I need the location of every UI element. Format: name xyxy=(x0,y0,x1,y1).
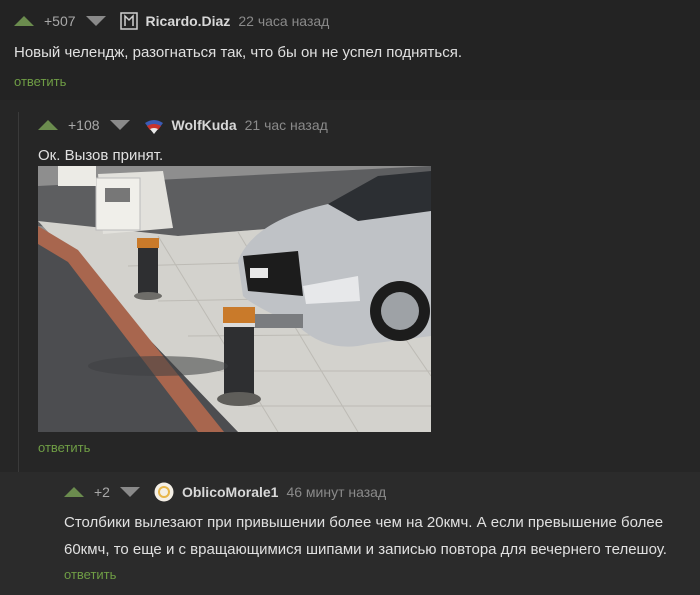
comment-text: Столбики вылезают при привышении более ч… xyxy=(64,509,667,563)
avatar[interactable] xyxy=(144,115,164,135)
comment: +507 Ricardo.Diaz 22 часа назад Новый че… xyxy=(0,0,700,100)
downvote-icon[interactable] xyxy=(109,120,130,130)
comment-text-line: 60кмч, то еще и с вращающимися шипами и … xyxy=(64,541,667,558)
downvote-icon[interactable] xyxy=(119,487,140,497)
comment-header: +507 Ricardo.Diaz 22 часа назад xyxy=(14,12,329,30)
comment-text: Ок. Вызов принят. xyxy=(38,147,164,164)
comment-author[interactable]: Ricardo.Diaz xyxy=(146,13,231,29)
comment-rating: +507 xyxy=(44,13,76,29)
avatar[interactable] xyxy=(154,482,174,502)
comment-rating: +2 xyxy=(94,484,110,500)
comment-image[interactable] xyxy=(38,166,431,432)
downvote-icon[interactable] xyxy=(85,16,106,26)
comment-text: Новый челендж, разогнаться так, что бы о… xyxy=(14,44,463,61)
comment-text-line: Столбики вылезают при привышении более ч… xyxy=(64,514,664,531)
comment-rating: +108 xyxy=(68,117,100,133)
upvote-icon[interactable] xyxy=(14,16,34,26)
comment: +108 WolfKuda 21 час назад Ок. Вызов при… xyxy=(0,100,700,472)
comment-time[interactable]: 46 минут назад xyxy=(286,484,386,500)
upvote-icon[interactable] xyxy=(64,487,84,497)
reply-link[interactable]: ответить xyxy=(64,567,116,582)
comment: +2 OblicoMorale1 46 минут назад Столбики… xyxy=(0,472,700,595)
thread-line[interactable] xyxy=(18,112,19,472)
comment-time[interactable]: 22 часа назад xyxy=(238,13,329,29)
reply-link[interactable]: ответить xyxy=(38,440,90,455)
comment-time[interactable]: 21 час назад xyxy=(245,117,328,133)
reply-link[interactable]: ответить xyxy=(14,74,66,89)
comment-author[interactable]: WolfKuda xyxy=(172,117,237,133)
upvote-icon[interactable] xyxy=(38,120,58,130)
avatar[interactable] xyxy=(119,12,138,30)
comment-header: +108 WolfKuda 21 час назад xyxy=(38,115,328,135)
comment-author[interactable]: OblicoMorale1 xyxy=(182,484,278,500)
comment-header: +2 OblicoMorale1 46 минут назад xyxy=(64,482,386,502)
